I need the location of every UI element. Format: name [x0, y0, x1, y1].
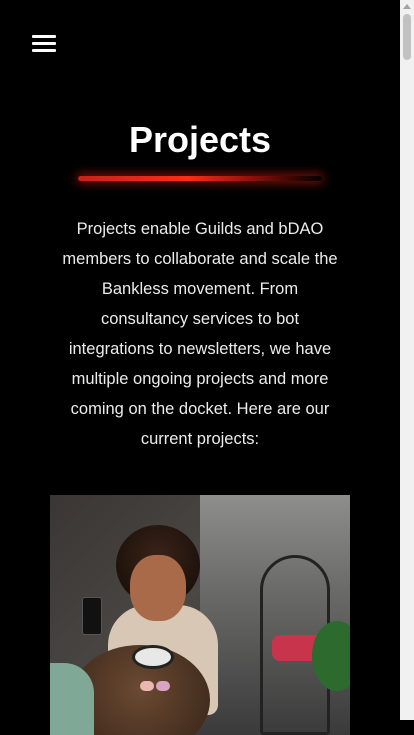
menu-line	[32, 42, 56, 45]
intro-paragraph: Projects enable Guilds and bDAO members …	[62, 220, 338, 448]
page-title: Projects	[128, 119, 272, 160]
second-person	[50, 663, 94, 735]
macaron	[156, 681, 170, 691]
project-image	[50, 495, 350, 735]
scrollbar-thumb[interactable]	[403, 14, 411, 60]
scrollbar[interactable]	[400, 0, 414, 720]
menu-line	[32, 35, 56, 38]
title-underline	[78, 176, 322, 181]
person-face	[130, 555, 186, 621]
scroll-up-arrow-icon[interactable]	[403, 4, 411, 9]
macaron	[140, 681, 154, 691]
menu-line	[32, 49, 56, 52]
hamburger-menu-icon[interactable]	[32, 34, 56, 54]
phone	[82, 597, 102, 635]
coffee-cup	[132, 645, 174, 669]
